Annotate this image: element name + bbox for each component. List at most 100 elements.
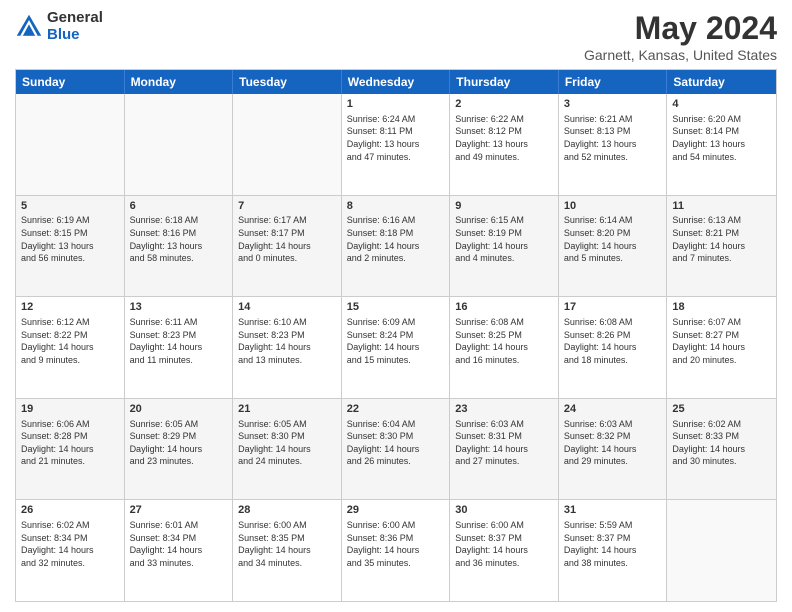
calendar-row: 12Sunrise: 6:12 AM Sunset: 8:22 PM Dayli… [16, 297, 776, 399]
calendar-cell [233, 94, 342, 195]
header: General Blue May 2024 Garnett, Kansas, U… [15, 10, 777, 63]
day-number: 30 [455, 503, 553, 518]
day-number: 13 [130, 300, 228, 315]
cell-text: Sunrise: 6:05 AM Sunset: 8:30 PM Dayligh… [238, 418, 336, 468]
main-title: May 2024 [584, 10, 777, 47]
cell-text: Sunrise: 6:14 AM Sunset: 8:20 PM Dayligh… [564, 214, 662, 264]
calendar-cell: 28Sunrise: 6:00 AM Sunset: 8:35 PM Dayli… [233, 500, 342, 601]
calendar-cell [16, 94, 125, 195]
cell-text: Sunrise: 6:08 AM Sunset: 8:25 PM Dayligh… [455, 316, 553, 366]
cell-text: Sunrise: 6:13 AM Sunset: 8:21 PM Dayligh… [672, 214, 771, 264]
calendar-cell: 13Sunrise: 6:11 AM Sunset: 8:23 PM Dayli… [125, 297, 234, 398]
cell-text: Sunrise: 6:05 AM Sunset: 8:29 PM Dayligh… [130, 418, 228, 468]
cell-text: Sunrise: 6:17 AM Sunset: 8:17 PM Dayligh… [238, 214, 336, 264]
calendar-cell: 12Sunrise: 6:12 AM Sunset: 8:22 PM Dayli… [16, 297, 125, 398]
calendar-cell: 20Sunrise: 6:05 AM Sunset: 8:29 PM Dayli… [125, 399, 234, 500]
calendar-cell: 2Sunrise: 6:22 AM Sunset: 8:12 PM Daylig… [450, 94, 559, 195]
day-number: 2 [455, 97, 553, 112]
cell-text: Sunrise: 6:00 AM Sunset: 8:36 PM Dayligh… [347, 519, 445, 569]
calendar-cell: 29Sunrise: 6:00 AM Sunset: 8:36 PM Dayli… [342, 500, 451, 601]
day-number: 12 [21, 300, 119, 315]
day-number: 14 [238, 300, 336, 315]
calendar-cell: 14Sunrise: 6:10 AM Sunset: 8:23 PM Dayli… [233, 297, 342, 398]
day-number: 9 [455, 199, 553, 214]
calendar-cell [667, 500, 776, 601]
cell-text: Sunrise: 6:18 AM Sunset: 8:16 PM Dayligh… [130, 214, 228, 264]
day-number: 22 [347, 402, 445, 417]
calendar-header-cell: Thursday [450, 70, 559, 94]
cell-text: Sunrise: 6:06 AM Sunset: 8:28 PM Dayligh… [21, 418, 119, 468]
logo-blue: Blue [47, 27, 103, 44]
day-number: 16 [455, 300, 553, 315]
cell-text: Sunrise: 5:59 AM Sunset: 8:37 PM Dayligh… [564, 519, 662, 569]
calendar-cell: 31Sunrise: 5:59 AM Sunset: 8:37 PM Dayli… [559, 500, 668, 601]
cell-text: Sunrise: 6:16 AM Sunset: 8:18 PM Dayligh… [347, 214, 445, 264]
title-block: May 2024 Garnett, Kansas, United States [584, 10, 777, 63]
calendar-cell: 10Sunrise: 6:14 AM Sunset: 8:20 PM Dayli… [559, 196, 668, 297]
calendar-cell: 23Sunrise: 6:03 AM Sunset: 8:31 PM Dayli… [450, 399, 559, 500]
day-number: 20 [130, 402, 228, 417]
cell-text: Sunrise: 6:10 AM Sunset: 8:23 PM Dayligh… [238, 316, 336, 366]
calendar-cell: 5Sunrise: 6:19 AM Sunset: 8:15 PM Daylig… [16, 196, 125, 297]
cell-text: Sunrise: 6:02 AM Sunset: 8:33 PM Dayligh… [672, 418, 771, 468]
day-number: 11 [672, 199, 771, 214]
day-number: 29 [347, 503, 445, 518]
calendar-cell: 9Sunrise: 6:15 AM Sunset: 8:19 PM Daylig… [450, 196, 559, 297]
calendar-cell: 30Sunrise: 6:00 AM Sunset: 8:37 PM Dayli… [450, 500, 559, 601]
calendar-cell: 16Sunrise: 6:08 AM Sunset: 8:25 PM Dayli… [450, 297, 559, 398]
calendar-cell: 8Sunrise: 6:16 AM Sunset: 8:18 PM Daylig… [342, 196, 451, 297]
calendar-cell: 7Sunrise: 6:17 AM Sunset: 8:17 PM Daylig… [233, 196, 342, 297]
day-number: 4 [672, 97, 771, 112]
calendar-cell: 25Sunrise: 6:02 AM Sunset: 8:33 PM Dayli… [667, 399, 776, 500]
calendar-header-cell: Tuesday [233, 70, 342, 94]
cell-text: Sunrise: 6:03 AM Sunset: 8:31 PM Dayligh… [455, 418, 553, 468]
calendar-row: 1Sunrise: 6:24 AM Sunset: 8:11 PM Daylig… [16, 94, 776, 196]
day-number: 18 [672, 300, 771, 315]
calendar-cell: 24Sunrise: 6:03 AM Sunset: 8:32 PM Dayli… [559, 399, 668, 500]
cell-text: Sunrise: 6:19 AM Sunset: 8:15 PM Dayligh… [21, 214, 119, 264]
calendar: SundayMondayTuesdayWednesdayThursdayFrid… [15, 69, 777, 602]
calendar-cell: 11Sunrise: 6:13 AM Sunset: 8:21 PM Dayli… [667, 196, 776, 297]
day-number: 28 [238, 503, 336, 518]
calendar-header-cell: Monday [125, 70, 234, 94]
day-number: 17 [564, 300, 662, 315]
cell-text: Sunrise: 6:15 AM Sunset: 8:19 PM Dayligh… [455, 214, 553, 264]
calendar-row: 26Sunrise: 6:02 AM Sunset: 8:34 PM Dayli… [16, 500, 776, 601]
calendar-cell: 19Sunrise: 6:06 AM Sunset: 8:28 PM Dayli… [16, 399, 125, 500]
calendar-header-cell: Saturday [667, 70, 776, 94]
cell-text: Sunrise: 6:20 AM Sunset: 8:14 PM Dayligh… [672, 113, 771, 163]
logo-text: General Blue [47, 10, 103, 43]
calendar-cell: 15Sunrise: 6:09 AM Sunset: 8:24 PM Dayli… [342, 297, 451, 398]
day-number: 25 [672, 402, 771, 417]
cell-text: Sunrise: 6:07 AM Sunset: 8:27 PM Dayligh… [672, 316, 771, 366]
calendar-cell [125, 94, 234, 195]
day-number: 1 [347, 97, 445, 112]
calendar-cell: 4Sunrise: 6:20 AM Sunset: 8:14 PM Daylig… [667, 94, 776, 195]
calendar-cell: 21Sunrise: 6:05 AM Sunset: 8:30 PM Dayli… [233, 399, 342, 500]
calendar-header-cell: Friday [559, 70, 668, 94]
cell-text: Sunrise: 6:12 AM Sunset: 8:22 PM Dayligh… [21, 316, 119, 366]
cell-text: Sunrise: 6:22 AM Sunset: 8:12 PM Dayligh… [455, 113, 553, 163]
day-number: 15 [347, 300, 445, 315]
day-number: 3 [564, 97, 662, 112]
cell-text: Sunrise: 6:11 AM Sunset: 8:23 PM Dayligh… [130, 316, 228, 366]
logo-icon [15, 13, 43, 41]
calendar-cell: 26Sunrise: 6:02 AM Sunset: 8:34 PM Dayli… [16, 500, 125, 601]
calendar-header-cell: Wednesday [342, 70, 451, 94]
logo-general: General [47, 10, 103, 27]
cell-text: Sunrise: 6:09 AM Sunset: 8:24 PM Dayligh… [347, 316, 445, 366]
cell-text: Sunrise: 6:21 AM Sunset: 8:13 PM Dayligh… [564, 113, 662, 163]
day-number: 10 [564, 199, 662, 214]
calendar-header-cell: Sunday [16, 70, 125, 94]
cell-text: Sunrise: 6:01 AM Sunset: 8:34 PM Dayligh… [130, 519, 228, 569]
logo: General Blue [15, 10, 103, 43]
cell-text: Sunrise: 6:00 AM Sunset: 8:37 PM Dayligh… [455, 519, 553, 569]
cell-text: Sunrise: 6:04 AM Sunset: 8:30 PM Dayligh… [347, 418, 445, 468]
day-number: 31 [564, 503, 662, 518]
cell-text: Sunrise: 6:24 AM Sunset: 8:11 PM Dayligh… [347, 113, 445, 163]
subtitle: Garnett, Kansas, United States [584, 47, 777, 63]
calendar-cell: 18Sunrise: 6:07 AM Sunset: 8:27 PM Dayli… [667, 297, 776, 398]
calendar-row: 5Sunrise: 6:19 AM Sunset: 8:15 PM Daylig… [16, 196, 776, 298]
day-number: 5 [21, 199, 119, 214]
calendar-body: 1Sunrise: 6:24 AM Sunset: 8:11 PM Daylig… [16, 94, 776, 601]
